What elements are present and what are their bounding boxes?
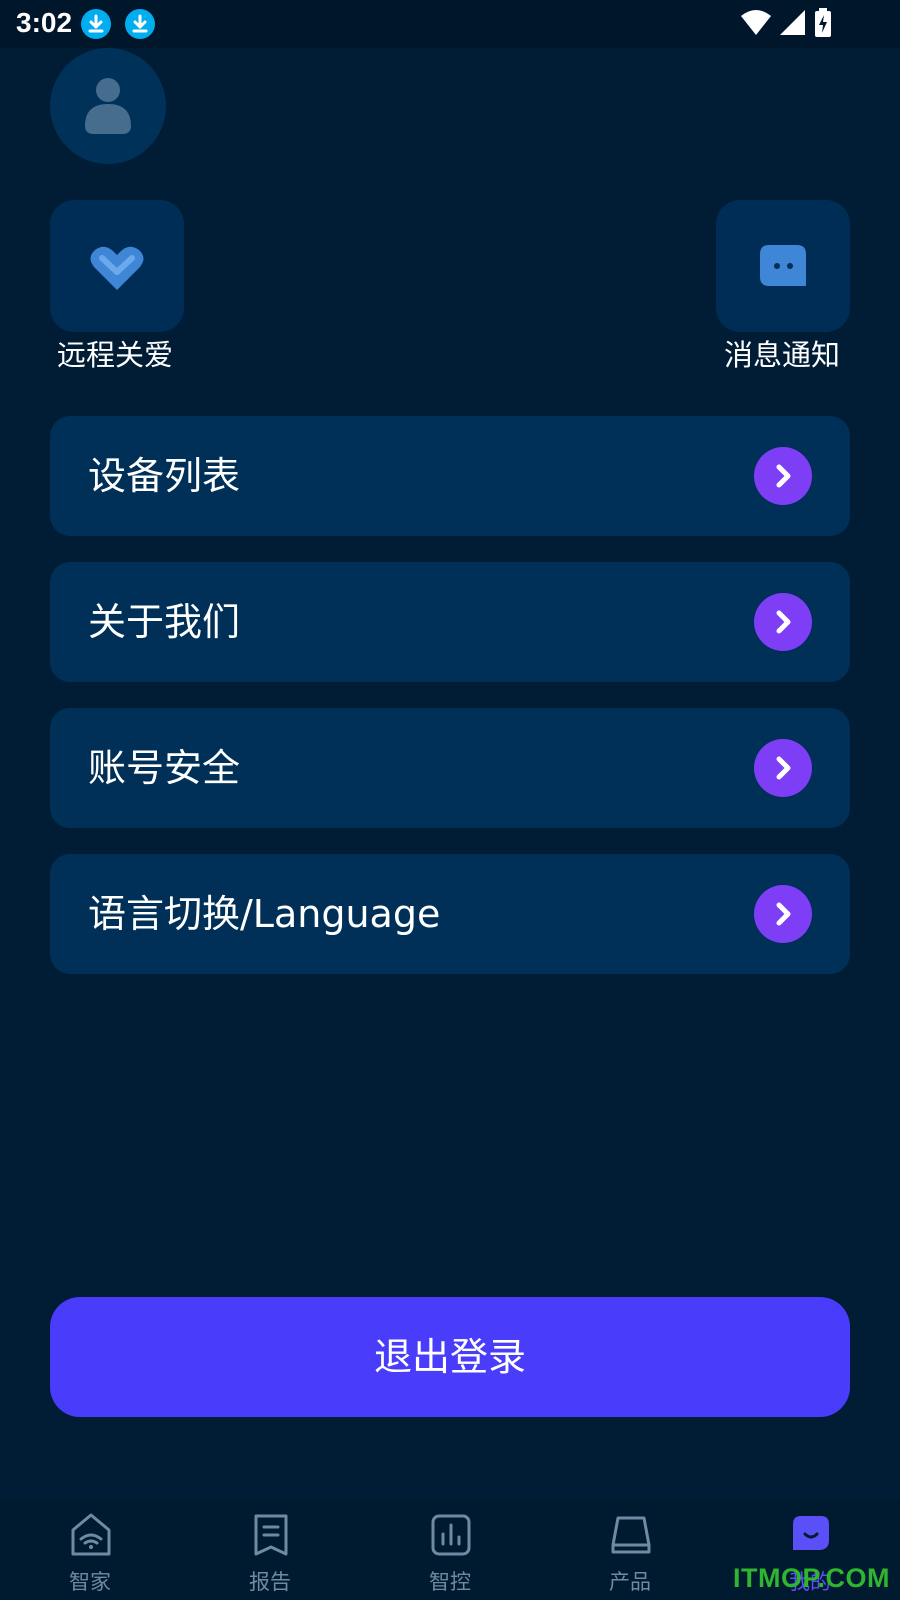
- nav-label: 智控: [429, 1570, 471, 1594]
- chat-bubble-icon: [760, 245, 806, 286]
- menu-item-label: 关于我们: [88, 600, 241, 644]
- home-wifi-icon: [71, 1513, 111, 1556]
- download-icon: [81, 9, 111, 39]
- menu-item-language[interactable]: 语言切换/Language: [50, 854, 850, 974]
- wifi-icon: [741, 10, 771, 35]
- download-icon: [125, 9, 155, 39]
- menu-item-label: 账号安全: [88, 746, 241, 790]
- nav-item-smart-home[interactable]: 智家: [0, 1500, 180, 1600]
- menu-item-account-security[interactable]: 账号安全: [50, 708, 850, 828]
- bottom-nav: 智家 报告 智控 产品 我的 ITMOP.COM: [0, 1500, 900, 1600]
- report-icon: [254, 1514, 288, 1556]
- signal-icon: [780, 10, 805, 35]
- status-time: 3:02: [16, 7, 73, 38]
- logout-button[interactable]: 退出登录: [50, 1297, 850, 1417]
- menu-item-device-list[interactable]: 设备列表: [50, 416, 850, 536]
- menu-item-label: 设备列表: [88, 454, 241, 498]
- user-icon: [85, 78, 131, 134]
- nav-item-report[interactable]: 报告: [180, 1500, 360, 1600]
- remote-care-button[interactable]: [50, 200, 184, 332]
- system-icons: [740, 8, 860, 40]
- avatar[interactable]: [50, 48, 166, 164]
- nav-item-smart-control[interactable]: 智控: [360, 1500, 540, 1600]
- battery-charging-icon: [815, 8, 831, 37]
- chart-icon: [431, 1514, 471, 1556]
- chevron-right-icon: [754, 447, 812, 505]
- notifications-button[interactable]: [716, 200, 850, 332]
- chevron-right-icon: [754, 593, 812, 651]
- nav-label: 报告: [249, 1570, 291, 1594]
- profile-smile-icon: [793, 1516, 829, 1550]
- chevron-right-icon: [754, 739, 812, 797]
- product-icon: [611, 1516, 651, 1554]
- chevron-right-icon: [754, 885, 812, 943]
- status-bar: 3:02: [0, 0, 900, 48]
- heart-handshake-icon: [90, 246, 144, 290]
- watermark: ITMOP.COM: [732, 1563, 890, 1593]
- menu-item-about-us[interactable]: 关于我们: [50, 562, 850, 682]
- nav-item-products[interactable]: 产品: [540, 1500, 720, 1600]
- nav-label: 智家: [69, 1570, 111, 1594]
- notifications-label: 消息通知: [724, 338, 841, 372]
- remote-care-label: 远程关爱: [57, 338, 174, 372]
- nav-label: 产品: [609, 1570, 651, 1594]
- menu-item-label: 语言切换/Language: [88, 892, 441, 936]
